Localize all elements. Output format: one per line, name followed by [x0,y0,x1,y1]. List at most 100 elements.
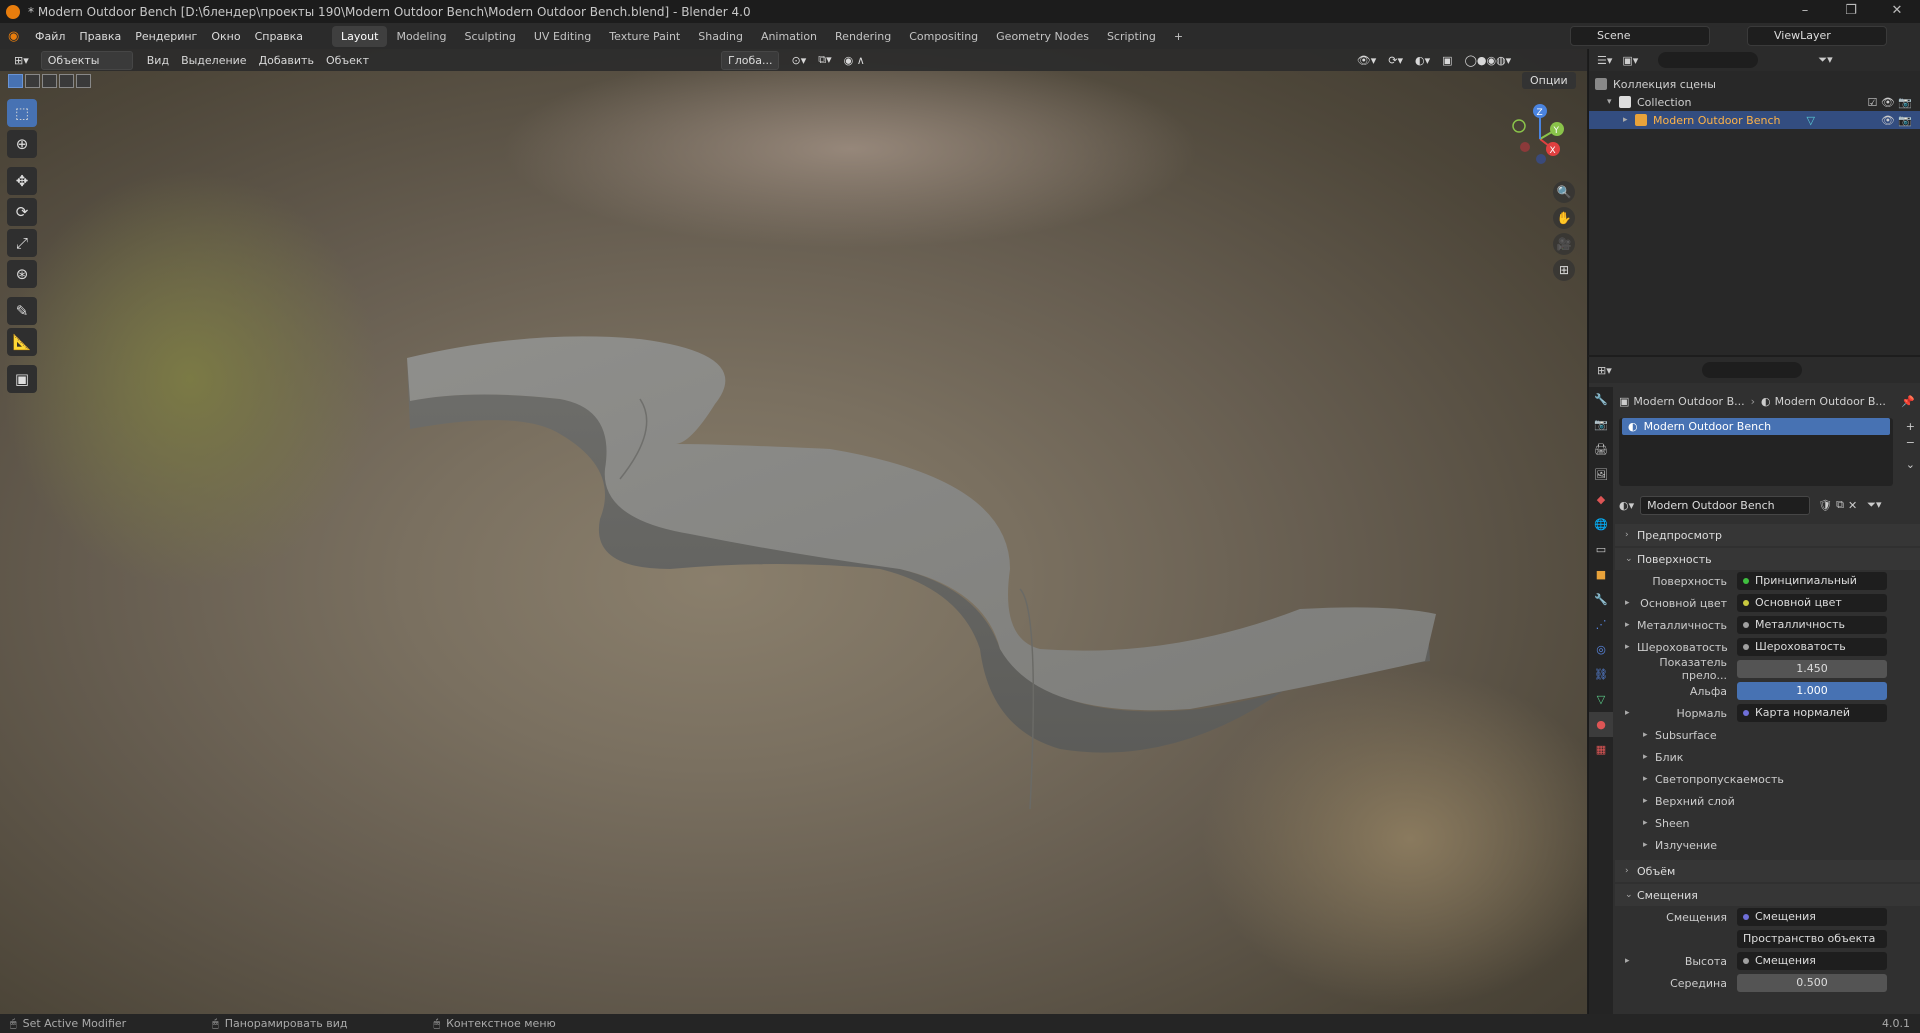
filter-icon[interactable]: ⏷▾ [1818,53,1832,67]
material-unlink-icon[interactable]: ✕ [1848,499,1857,512]
tab-texture-paint[interactable]: Texture Paint [600,26,689,47]
expand-arrow-icon[interactable]: ▸ [1625,620,1637,630]
blender-menu-icon[interactable]: ◉ [8,29,28,44]
transform-icon[interactable]: ⊛ [7,260,37,288]
socket-dot-icon[interactable] [1743,578,1749,584]
material-tab-icon[interactable]: ● [1589,712,1613,737]
cursor-icon[interactable]: ⊕ [7,130,37,158]
material-fake-user-icon[interactable]: 🛡 [1818,499,1832,512]
constraints-tab-icon[interactable]: ⛓ [1589,662,1613,687]
section-preview[interactable]: › Предпросмотр [1615,524,1920,546]
output-tab-icon[interactable]: 🖨 [1589,437,1613,462]
editor-type-icon[interactable]: ⊞▾ [8,52,35,69]
material-browse-icon[interactable]: ◐▾ [1619,499,1634,512]
menu-window[interactable]: Окно [204,30,247,43]
shading-modes-icon[interactable]: ◯●◉◍▾ [1459,52,1518,69]
tab-shading[interactable]: Shading [689,26,752,47]
menu-object[interactable]: Объект [320,52,375,69]
tab-scripting[interactable]: Scripting [1098,26,1165,47]
material-copy-icon[interactable]: ⧉ [1836,498,1844,512]
render-tab-icon[interactable]: 📷 [1589,412,1613,437]
transform-orientation-dropdown[interactable]: Глоба... [721,50,780,70]
scene-tab-icon[interactable]: ◆ [1589,487,1613,512]
tab-uv-editing[interactable]: UV Editing [525,26,600,47]
socket-dot-icon[interactable] [1743,600,1749,606]
view-layer-tab-icon[interactable]: 🖼 [1589,462,1613,487]
select-intersect-icon[interactable] [76,73,91,88]
disp-prop-value[interactable]: Смещения [1737,908,1887,926]
socket-dot-icon[interactable] [1743,710,1749,716]
scene-selector[interactable]: Scene [1570,26,1710,46]
material-filter-icon[interactable]: ⏷▾ [1867,498,1881,512]
menu-file[interactable]: Файл [28,30,72,43]
tab-compositing[interactable]: Compositing [900,26,987,47]
bench-model[interactable] [0,49,1587,1014]
expand-arrow-icon[interactable]: ▸ [1625,642,1637,652]
collection-tab-icon[interactable]: ▭ [1589,537,1613,562]
visibility-icon[interactable]: 👁▾ [1351,52,1383,69]
gizmo-toggle-icon[interactable]: ⟳▾ [1382,52,1409,69]
outliner-editor-icon[interactable]: ☰▾ [1597,54,1612,67]
object-tab-icon[interactable]: ■ [1589,562,1613,587]
slot-specials-icon[interactable]: ⌄ [1906,458,1915,471]
add-cube-icon[interactable]: ▣ [7,365,37,393]
select-difference-icon[interactable] [59,73,74,88]
socket-dot-icon[interactable] [1743,644,1749,650]
expand-arrow-icon[interactable]: ▸ [1625,956,1637,966]
data-tab-icon[interactable]: ▽ [1589,687,1613,712]
menu-view[interactable]: Вид [141,52,175,69]
mode-dropdown[interactable]: Объекты [40,50,133,70]
annotate-icon[interactable]: ✎ [7,297,37,325]
section-volume[interactable]: › Объём [1615,860,1920,882]
subpanel-4[interactable]: ▸ Sheen [1615,812,1920,834]
select-box-icon[interactable]: ⬚ [7,99,37,127]
camera-view-icon[interactable]: 🎥 [1553,233,1575,255]
expand-arrow-icon[interactable]: ▸ [1625,708,1637,718]
outliner-search-input[interactable] [1658,52,1759,68]
tab-layout[interactable]: Layout [332,25,388,47]
menu-help[interactable]: Справка [248,30,310,43]
disp-prop-value[interactable]: 0.500 [1737,974,1887,992]
xray-icon[interactable]: ▣ [1436,52,1458,69]
socket-dot-icon[interactable] [1743,958,1749,964]
subpanel-1[interactable]: ▸ Блик [1615,746,1920,768]
material-name-field[interactable]: Modern Outdoor Bench [1640,495,1811,515]
surface-prop-value[interactable]: Металличность [1737,616,1887,634]
surface-prop-value[interactable]: Основной цвет [1737,594,1887,612]
outliner-collection[interactable]: ▾ Collection ☑ 👁 📷 [1589,93,1920,111]
outliner-object-bench[interactable]: ▸ Modern Outdoor Bench ▽ 👁 📷 [1589,111,1920,129]
measure-icon[interactable]: 📐 [7,328,37,356]
outliner-display-icon[interactable]: ▣▾ [1622,54,1638,67]
disp-prop-value[interactable]: Пространство объекта [1737,930,1887,948]
tab-geometry-nodes[interactable]: Geometry Nodes [987,26,1098,47]
section-surface[interactable]: ⌄ Поверхность [1615,548,1920,570]
grid-view-icon[interactable]: ⊞ [1553,259,1575,281]
zoom-icon[interactable]: 🔍 [1553,181,1575,203]
subpanel-0[interactable]: ▸ Subsurface [1615,724,1920,746]
overlay-icon[interactable]: ◐▾ [1409,52,1436,69]
add-workspace-button[interactable]: + [1165,26,1192,47]
close-button[interactable]: ✕ [1874,0,1920,23]
view-layer-selector[interactable]: ViewLayer [1747,26,1887,46]
remove-slot-button[interactable]: − [1906,436,1915,449]
collection-visibility-icons[interactable]: ☑ 👁 📷 [1867,96,1912,109]
properties-editor-icon[interactable]: ⊞▾ [1597,364,1612,377]
subpanel-5[interactable]: ▸ Излучение [1615,834,1920,856]
tab-rendering[interactable]: Rendering [826,26,900,47]
maximize-button[interactable]: ❐ [1828,0,1874,23]
socket-dot-icon[interactable] [1743,914,1749,920]
physics-tab-icon[interactable]: ◎ [1589,637,1613,662]
3d-viewport[interactable]: ⊞▾ Объекты Вид Выделение Добавить Объект… [0,49,1587,1014]
snap-icon[interactable]: ⧉▾ [812,51,837,69]
tab-animation[interactable]: Animation [752,26,826,47]
pivot-icon[interactable]: ⊙▾ [785,52,812,69]
menu-add[interactable]: Добавить [253,52,320,69]
pan-hand-icon[interactable]: ✋ [1553,207,1575,229]
disp-prop-value[interactable]: Смещения [1737,952,1887,970]
surface-prop-value[interactable]: Принципиальный BSDF [1737,572,1887,605]
pin-icon[interactable]: 📌 [1901,395,1915,408]
rotate-icon[interactable]: ⟳ [7,198,37,226]
particles-tab-icon[interactable]: ⋰ [1589,612,1613,637]
menu-select[interactable]: Выделение [175,52,253,69]
add-slot-button[interactable]: + [1906,420,1915,433]
